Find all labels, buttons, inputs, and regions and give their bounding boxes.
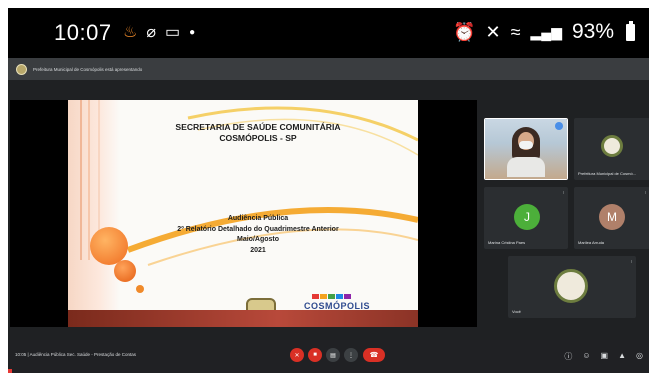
slide-body-line: Audiência Pública [227,215,289,222]
avatar-initial: M [599,204,625,230]
alarm-icon: ⏰ [453,21,476,42]
chat-icon[interactable]: ▣ [601,351,609,362]
participant-name: Marilea Arruda [578,240,605,245]
camera-off-icon[interactable]: ■ [308,348,322,362]
slide-body-line: Maio/Agosto [237,236,279,243]
battery-icon [626,20,635,41]
participant-shirt [507,157,545,177]
presentation-slide: SECRETARIA DE SAÚDE COMUNITÁRIA COSMÓPOL… [68,100,418,327]
crest-avatar-icon [554,269,588,303]
meeting-controls-bar: 10:05 | Audiência Pública Sec. Saúde - P… [8,340,649,373]
participant-name: Prefeitura Municipal de Cosmó... [578,171,637,176]
participant-tile-prefeitura[interactable]: Prefeitura Municipal de Cosmó... [574,118,649,180]
screen-share[interactable]: SECRETARIA DE SAÚDE COMUNITÁRIA COSMÓPOL… [10,100,477,327]
no-camera-icon: ⌀ [146,24,156,41]
tile-more-icon[interactable]: ⁝ [645,190,646,195]
end-call-icon[interactable]: ☎ [363,348,385,362]
presenting-bar: Prefeitura Municipal de Cosmópolis está … [8,58,649,80]
cosmopolis-logo-bars [312,294,351,299]
crest-avatar-icon [601,135,623,157]
slide-body-line: 2021 [250,246,266,254]
slide-title-line: COSMÓPOLIS - SP [219,133,297,143]
wifi-icon: ≈ [510,21,521,42]
signal-icon: ▂▄▆ [530,23,562,40]
meeting-stage: SECRETARIA DE SAÚDE COMUNITÁRIA COSMÓPOL… [8,80,649,340]
screen-frame: 10:07 ♨ ⌀ ▭ ● ⏰ ✕ ≈ ▂▄▆ 93% Prefeitura M… [8,8,649,373]
slide-title: SECRETARIA DE SAÚDE COMUNITÁRIA COSMÓPOL… [68,122,418,144]
status-bar: 10:07 ♨ ⌀ ▭ ● ⏰ ✕ ≈ ▂▄▆ 93% [8,8,649,58]
slide-circle [136,285,144,293]
lock-icon[interactable]: ◎ [636,351,643,362]
tile-more-icon[interactable]: ⁝ [563,190,564,195]
participant-tile-marilea[interactable]: M Marilea Arruda ⁝ [574,187,649,249]
slide-title-line: SECRETARIA DE SAÚDE COMUNITÁRIA [175,122,341,132]
participant-name: Marina Cristina Paes [488,240,526,245]
captions-icon[interactable]: ▤ [326,348,340,362]
participant-tile-self[interactable]: Você ⁝ [508,256,636,318]
speaking-indicator-icon [555,122,563,130]
more-icon[interactable]: ⋮ [344,348,358,362]
presenting-label: Prefeitura Municipal de Cosmópolis está … [33,66,143,72]
status-time: 10:07 [54,20,112,45]
info-icon[interactable]: ⓘ [564,351,572,362]
meeting-side-controls: ⓘ ☺ ▣ ▲ ◎ [564,351,643,362]
slide-body: Audiência Pública 2º Relatório Detalhado… [68,214,418,256]
meeting-info: 10:05 | Audiência Pública Sec. Saúde - P… [15,352,136,357]
mic-off-icon[interactable]: ✕ [290,348,304,362]
participant-tile-marina[interactable]: J Marina Cristina Paes ⁝ [484,187,568,249]
flame-icon: ♨ [123,24,138,41]
recording-indicator [8,369,12,373]
laptop-icon: ▭ [164,24,181,41]
people-icon[interactable]: ☺ [582,351,590,362]
slide-body-line: 2º Relatório Detalhado do Quadrimestre A… [177,225,339,233]
presenter-avatar [16,63,27,75]
activities-icon[interactable]: ▲ [618,351,626,362]
tile-more-icon[interactable]: ⁝ [631,259,632,264]
participant-name: Você [512,309,521,314]
dot-icon: ● [189,26,196,38]
slide-circle [114,260,136,282]
avatar-initial: J [514,204,540,230]
mute-icon: ✕ [485,21,501,42]
battery-percent: 93% [571,20,614,43]
participant-mask [519,141,533,149]
status-right-icons: ⏰ ✕ ≈ ▂▄▆ 93% [453,20,635,44]
status-left-icons: ♨ ⌀ ▭ ● [123,22,195,42]
slide-footer-band [68,310,418,327]
participant-tile-video[interactable] [484,118,568,180]
